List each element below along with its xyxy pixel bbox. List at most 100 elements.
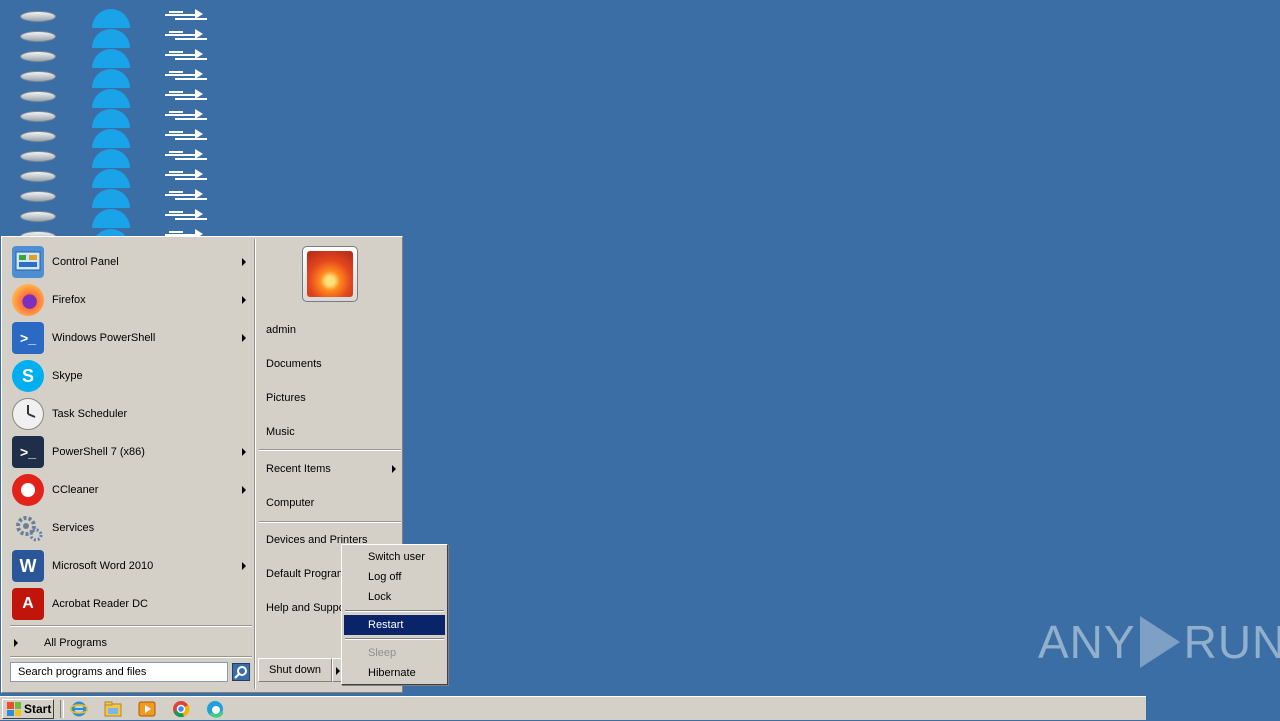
menu-separator xyxy=(345,610,444,612)
desktop-icon[interactable] xyxy=(165,148,207,168)
document-icon xyxy=(165,189,209,201)
desktop-column-arcs xyxy=(92,8,132,248)
edge-arc-icon xyxy=(92,69,130,88)
all-programs[interactable]: All Programs xyxy=(12,632,252,654)
program-services[interactable]: Services xyxy=(8,509,254,547)
user-avatar[interactable] xyxy=(302,246,358,302)
start-button[interactable]: Start xyxy=(2,699,54,719)
flower-avatar-icon xyxy=(307,251,353,297)
disk-icon xyxy=(20,171,56,182)
desktop-icon[interactable] xyxy=(165,88,207,108)
desktop-icon[interactable] xyxy=(20,88,60,108)
program-powershell-7[interactable]: >_ PowerShell 7 (x86) xyxy=(8,433,254,471)
desktop-icon[interactable] xyxy=(165,188,207,208)
desktop-icon[interactable] xyxy=(20,148,60,168)
program-skype[interactable]: S Skype xyxy=(8,357,254,395)
watermark-text-left: ANY xyxy=(1038,616,1136,668)
file-explorer-icon[interactable] xyxy=(104,700,122,718)
desktop-icon[interactable] xyxy=(92,128,132,148)
document-icon xyxy=(165,9,209,21)
menu-item-sleep: Sleep xyxy=(344,643,445,663)
menu-item-label: Lock xyxy=(368,591,392,603)
disk-icon xyxy=(20,151,56,162)
link-user[interactable]: admin xyxy=(266,320,296,340)
media-player-icon[interactable] xyxy=(138,700,156,718)
search-button[interactable] xyxy=(232,663,250,681)
disk-icon xyxy=(20,91,56,102)
shutdown-button[interactable]: Shut down xyxy=(258,658,332,682)
program-control-panel[interactable]: Control Panel xyxy=(8,243,254,281)
desktop-icon[interactable] xyxy=(92,48,132,68)
desktop-icon[interactable] xyxy=(20,128,60,148)
desktop-icon[interactable] xyxy=(165,168,207,188)
edge-arc-icon xyxy=(92,109,130,128)
windows-logo-icon xyxy=(7,702,21,716)
menu-item-log-off[interactable]: Log off xyxy=(344,567,445,587)
desktop-icon[interactable] xyxy=(165,48,207,68)
desktop-icon[interactable] xyxy=(92,148,132,168)
desktop-icon[interactable] xyxy=(92,88,132,108)
search-icon xyxy=(234,666,247,679)
document-icon xyxy=(165,89,209,101)
menu-item-restart[interactable]: Restart xyxy=(344,615,445,635)
shutdown-label: Shut down xyxy=(269,664,321,676)
program-label: Skype xyxy=(52,370,83,382)
desktop-icon[interactable] xyxy=(165,208,207,228)
link-music[interactable]: Music xyxy=(266,422,295,442)
document-icon xyxy=(165,149,209,161)
desktop-icon[interactable] xyxy=(92,108,132,128)
desktop-icon[interactable] xyxy=(165,108,207,128)
disk-icon xyxy=(20,211,56,222)
link-documents[interactable]: Documents xyxy=(266,354,322,374)
desktop-icon[interactable] xyxy=(20,208,60,228)
desktop-icon[interactable] xyxy=(20,48,60,68)
desktop-icon[interactable] xyxy=(92,8,132,28)
menu-item-switch-user[interactable]: Switch user xyxy=(344,547,445,567)
link-computer[interactable]: Computer xyxy=(266,493,314,513)
shutdown-submenu: Switch user Log off Lock Restart Sleep H… xyxy=(341,544,448,685)
program-ccleaner[interactable]: CCleaner xyxy=(8,471,254,509)
right-separator-2 xyxy=(259,521,401,523)
link-default-programs[interactable]: Default Programs xyxy=(266,564,352,584)
program-windows-powershell[interactable]: >_ Windows PowerShell xyxy=(8,319,254,357)
submenu-arrow-icon xyxy=(242,334,246,342)
program-firefox[interactable]: Firefox xyxy=(8,281,254,319)
edge-icon[interactable] xyxy=(206,700,224,718)
chrome-icon[interactable] xyxy=(172,700,190,718)
desktop-icon[interactable] xyxy=(20,28,60,48)
desktop-icon[interactable] xyxy=(92,168,132,188)
desktop-icon[interactable] xyxy=(92,28,132,48)
desktop-icon[interactable] xyxy=(165,68,207,88)
program-label: Windows PowerShell xyxy=(52,332,156,344)
document-icon xyxy=(165,49,209,61)
program-task-scheduler[interactable]: Task Scheduler xyxy=(8,395,254,433)
desktop-icon[interactable] xyxy=(20,168,60,188)
desktop-icon[interactable] xyxy=(20,188,60,208)
disk-icon xyxy=(20,111,56,122)
desktop-icon[interactable] xyxy=(92,68,132,88)
task-scheduler-icon xyxy=(12,398,44,430)
link-help-and-support[interactable]: Help and Support xyxy=(266,598,352,618)
desktop-icon[interactable] xyxy=(92,208,132,228)
menu-item-lock[interactable]: Lock xyxy=(344,587,445,607)
desktop-icon[interactable] xyxy=(165,128,207,148)
desktop-column-disks xyxy=(20,8,60,248)
program-acrobat-reader[interactable]: A Acrobat Reader DC xyxy=(8,585,254,623)
link-recent-items[interactable]: Recent Items xyxy=(266,459,400,479)
menu-item-hibernate[interactable]: Hibernate xyxy=(344,663,445,683)
pane-divider xyxy=(254,239,256,689)
edge-arc-icon xyxy=(92,209,130,228)
desktop-icon[interactable] xyxy=(165,8,207,28)
search-separator xyxy=(10,656,252,658)
menu-item-label: Restart xyxy=(368,619,404,631)
desktop-icon[interactable] xyxy=(92,188,132,208)
program-label: Services xyxy=(52,522,95,534)
internet-explorer-icon[interactable] xyxy=(69,700,89,718)
desktop-icon[interactable] xyxy=(165,28,207,48)
search-input[interactable]: Search programs and files xyxy=(10,662,228,682)
link-pictures[interactable]: Pictures xyxy=(266,388,306,408)
program-microsoft-word[interactable]: W Microsoft Word 2010 xyxy=(8,547,254,585)
desktop-icon[interactable] xyxy=(20,68,60,88)
desktop-icon[interactable] xyxy=(20,108,60,128)
desktop-icon[interactable] xyxy=(20,8,60,28)
